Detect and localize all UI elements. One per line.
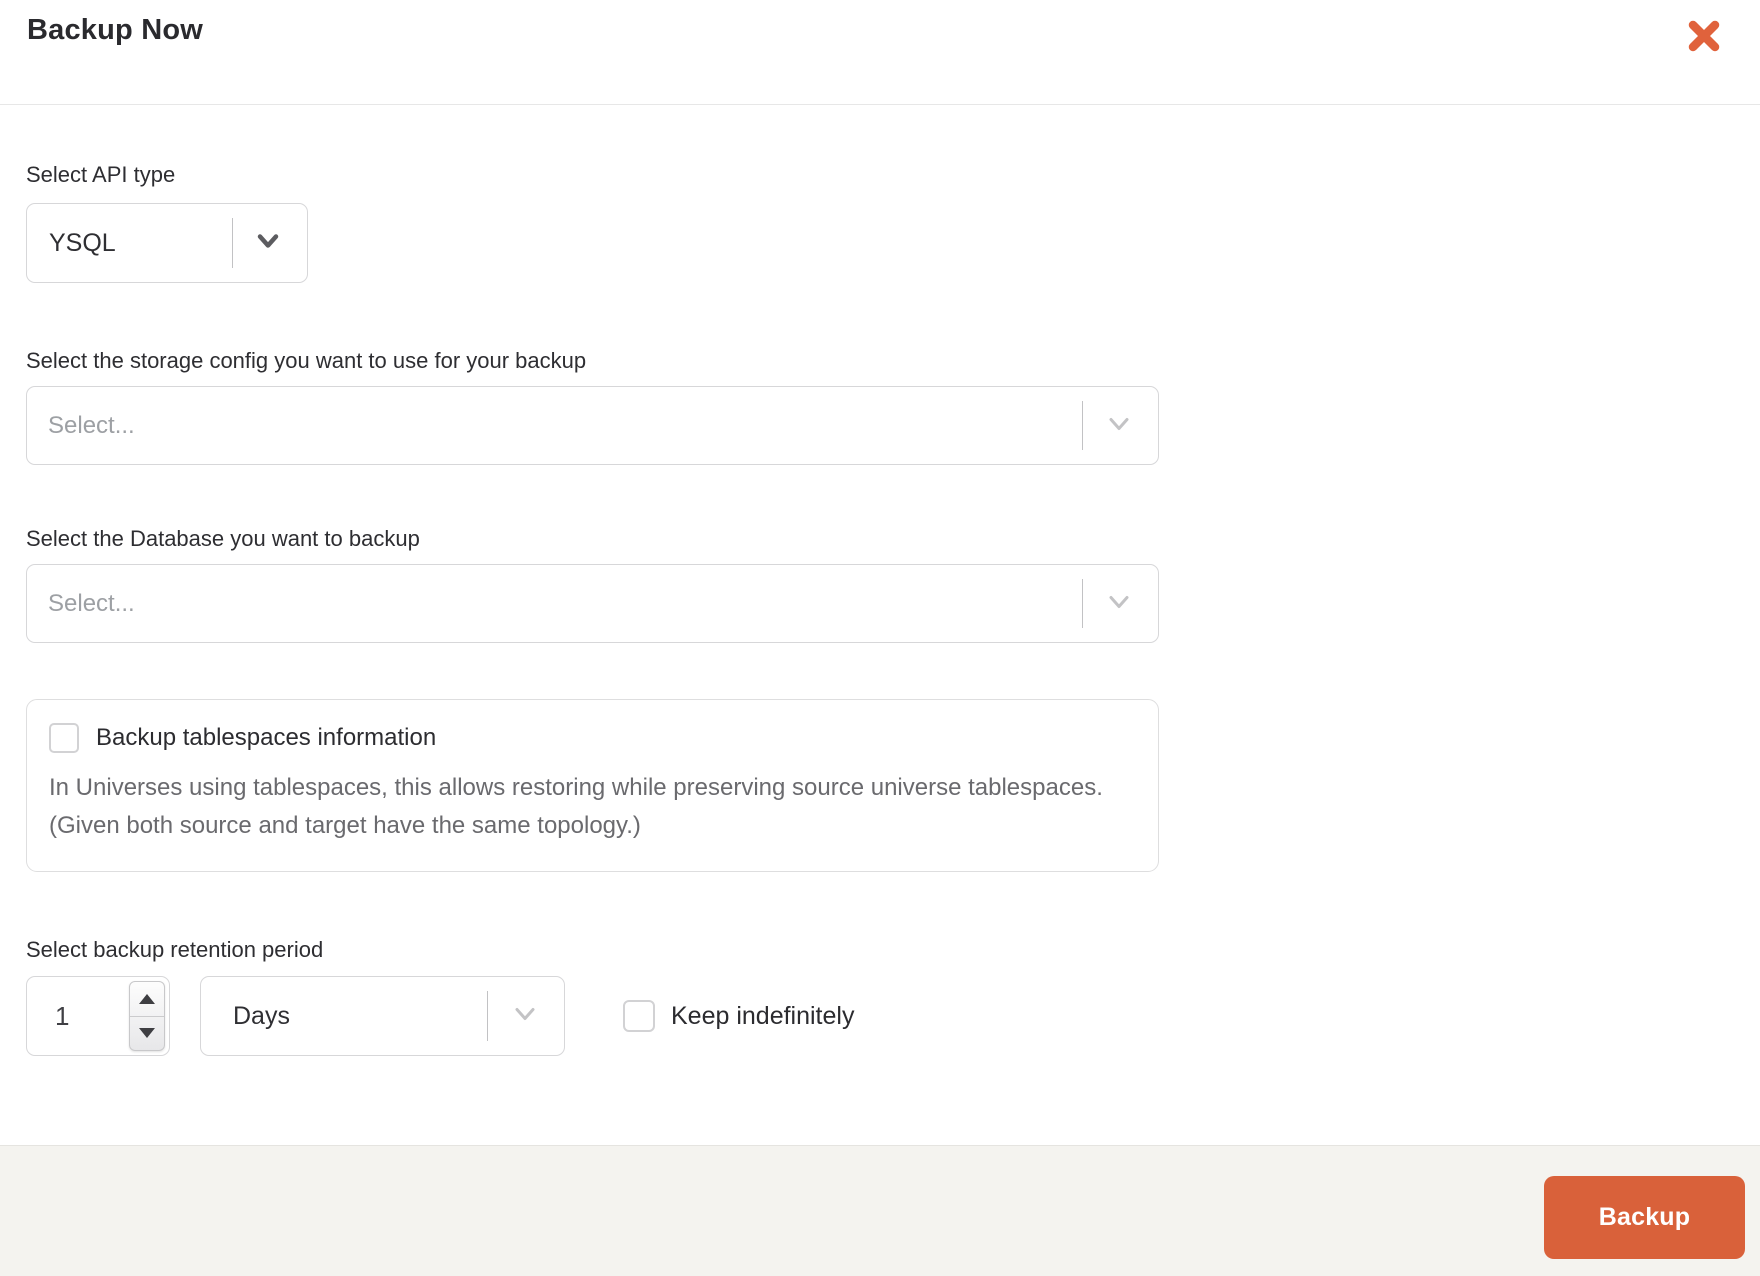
api-type-select[interactable]: YSQL [26, 203, 308, 283]
select-divider [487, 991, 488, 1041]
close-icon [1684, 20, 1724, 59]
retention-row: Days Keep indefinitely [26, 976, 1760, 1056]
modal-body: Select API type YSQL Select the storage … [0, 161, 1760, 1056]
retention-unit-value: Days [233, 1001, 290, 1030]
select-divider [1082, 401, 1083, 450]
tablespaces-checkbox-label[interactable]: Backup tablespaces information [96, 724, 436, 752]
spinner-up-icon [139, 993, 155, 1004]
stepper-increment-button[interactable] [130, 982, 164, 1017]
api-type-value: YSQL [49, 228, 116, 257]
select-divider [232, 218, 233, 268]
chevron-down-icon [253, 226, 283, 261]
stepper-spinner [129, 981, 165, 1051]
tablespaces-description: In Universes using tablespaces, this all… [49, 774, 1103, 839]
retention-value-stepper [26, 976, 170, 1056]
chevron-down-icon [1104, 408, 1134, 443]
keep-indefinitely-row: Keep indefinitely [623, 1000, 854, 1032]
modal-header: Backup Now [0, 0, 1760, 105]
api-type-label: Select API type [26, 162, 176, 187]
chevron-down-icon [510, 999, 540, 1034]
tablespaces-checkbox-row: Backup tablespaces information [49, 723, 1134, 753]
retention-unit-select[interactable]: Days [200, 976, 565, 1056]
keep-indefinitely-label[interactable]: Keep indefinitely [671, 1002, 854, 1031]
storage-config-select[interactable]: Select... [26, 386, 1159, 465]
retention-label: Select backup retention period [26, 937, 324, 962]
tablespaces-panel: Backup tablespaces information In Univer… [26, 699, 1159, 872]
tablespaces-checkbox[interactable] [49, 723, 79, 753]
close-button[interactable] [1684, 16, 1724, 56]
chevron-down-icon [1104, 586, 1134, 621]
backup-now-modal: Backup Now Select API type YSQL Select t… [0, 0, 1760, 1276]
storage-config-label: Select the storage config you want to us… [26, 348, 587, 373]
database-placeholder: Select... [48, 589, 135, 617]
backup-button[interactable]: Backup [1544, 1176, 1745, 1259]
database-select[interactable]: Select... [26, 564, 1159, 643]
keep-indefinitely-checkbox[interactable] [623, 1000, 655, 1032]
modal-footer: Backup [0, 1145, 1760, 1276]
stepper-decrement-button[interactable] [130, 1017, 164, 1051]
select-divider [1082, 579, 1083, 628]
database-label: Select the Database you want to backup [26, 526, 420, 551]
spinner-down-icon [139, 1028, 155, 1039]
storage-config-placeholder: Select... [48, 411, 135, 439]
modal-title: Backup Now [27, 14, 204, 46]
